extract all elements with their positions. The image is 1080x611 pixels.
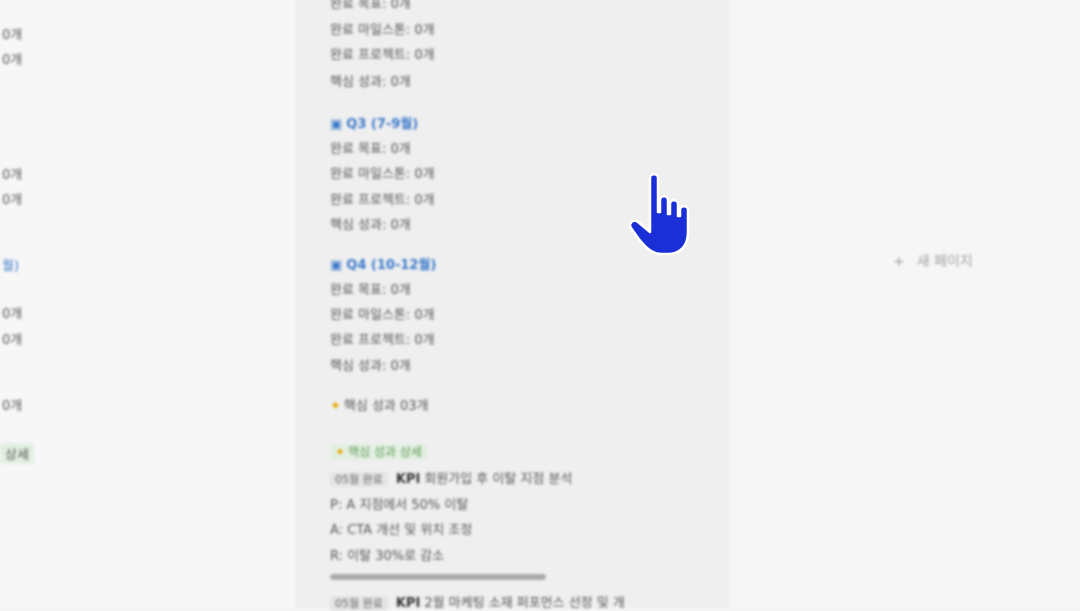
list-item: A: CTA 개선 및 위치 조정 [330, 523, 473, 538]
quarter-title: Q4 (10-12월) [346, 258, 437, 273]
left-item: 0개 [2, 53, 23, 68]
right-column [730, 0, 1080, 608]
list-item: P: A 지점에서 50% 이탈 [330, 498, 469, 513]
hand-pointer-icon [628, 173, 690, 256]
list-item: 완료 프로젝트: 0개 [330, 48, 435, 63]
list-item: 핵심 성과: 0개 [330, 359, 411, 374]
quarter-heading[interactable]: ▣ Q4 (10-12월) [330, 254, 436, 273]
list-item: 핵심 성과: 0개 [330, 218, 411, 233]
list-item: 완료 목표: 0개 [330, 142, 411, 157]
date-badge: 05월 완료 [330, 596, 388, 611]
kpi-icon: KPI [395, 472, 421, 487]
date-badge: 05월 완료 [330, 472, 388, 487]
badge-label: 핵심 성과 상세 [348, 445, 422, 459]
new-page-label: 새 페이지 [916, 254, 973, 270]
kpi-icon: KPI [395, 596, 421, 611]
chart-icon: ▣ [330, 258, 343, 273]
left-item: 0개 [2, 168, 23, 183]
left-item: 월) [2, 259, 20, 274]
core-detail-tag: ✦ 핵심 성과 상세 [330, 443, 427, 460]
core-count-text: 핵심 성과 03개 [343, 399, 429, 414]
left-item: 0개 [2, 333, 23, 348]
entry-title-row[interactable]: 05월 완료 KPI 2월 마케팅 소재 퍼포먼스 선정 및 개 [330, 592, 625, 611]
entry-title-row[interactable]: 05월 완료 KPI 회원가입 후 이탈 지점 분석 [330, 468, 572, 487]
list-item: 완료 목표: 0개 [330, 0, 411, 12]
scroll-divider [330, 574, 546, 580]
list-item: 완료 프로젝트: 0개 [330, 333, 435, 348]
list-item: R: 이탈 30%로 감소 [330, 549, 445, 564]
list-item: 완료 마일스톤: 0개 [330, 167, 435, 182]
list-item: 완료 마일스톤: 0개 [330, 308, 435, 323]
star-icon: ✦ [330, 399, 341, 414]
left-item: 0개 [2, 28, 23, 43]
chart-icon: ▣ [330, 117, 343, 132]
list-item: 완료 마일스톤: 0개 [330, 23, 435, 38]
left-column: 0개 0개 0개 0개 월) 0개 0개 0개 상세 [0, 0, 295, 608]
status-badge: ✦ 핵심 성과 상세 [330, 444, 427, 460]
list-item: 완료 프로젝트: 0개 [330, 193, 435, 208]
quarter-title: Q3 (7-9월) [346, 117, 419, 132]
left-item-tag: 상세 [0, 443, 34, 464]
star-icon: ✦ [335, 445, 346, 459]
quarter-heading[interactable]: ▣ Q3 (7-9월) [330, 113, 418, 132]
list-item: 핵심 성과: 0개 [330, 75, 411, 90]
entry-title: 2월 마케팅 소재 퍼포먼스 선정 및 개 [424, 596, 625, 611]
left-item: 0개 [2, 307, 23, 322]
plus-icon: + [893, 254, 905, 270]
entry-title: 회원가입 후 이탈 지점 분석 [424, 472, 573, 487]
list-item: 완료 목표: 0개 [330, 283, 411, 298]
left-item: 0개 [2, 399, 23, 414]
middle-column: 완료 목표: 0개 완료 마일스톤: 0개 완료 프로젝트: 0개 핵심 성과:… [295, 0, 730, 611]
left-item: 0개 [2, 193, 23, 208]
core-count: ✦ 핵심 성과 03개 [330, 395, 429, 414]
new-page-button[interactable]: + 새 페이지 [893, 251, 973, 271]
